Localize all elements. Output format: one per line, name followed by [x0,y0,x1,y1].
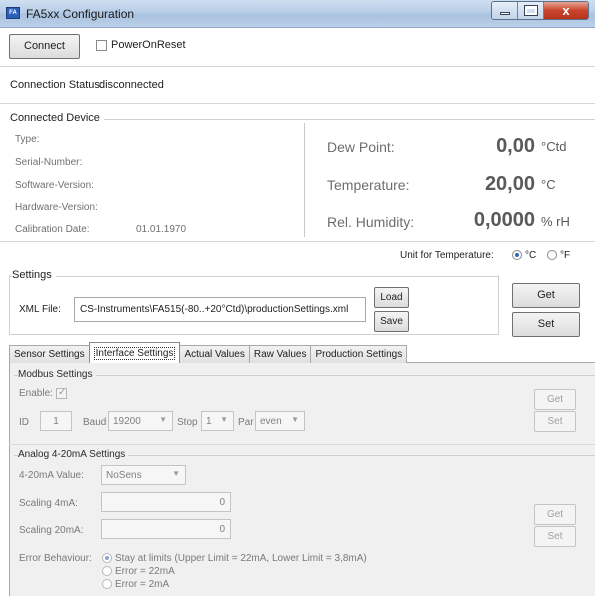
select-value: even [260,416,282,427]
dew-point-label: Dew Point: [327,139,395,155]
dew-point-value: 0,00 [496,135,535,157]
window-title: FA5xx Configuration [26,7,135,21]
set-settings-button[interactable]: Set [512,312,580,337]
tab-label: Sensor Settings [14,349,85,360]
chevron-down-icon: ▼ [172,469,180,478]
humidity-unit: % rH [541,214,570,229]
humidity-label: Rel. Humidity: [327,214,415,230]
load-button[interactable]: Load [374,287,409,308]
tab-label: Raw Values [253,349,307,360]
modbus-baud-label: Baud [83,417,107,428]
maximize-icon [524,5,538,16]
app-icon: FA [6,7,20,19]
modbus-settings-title: Modbus Settings [18,369,96,380]
modbus-par-select[interactable]: even ▼ [255,411,305,431]
device-type-label: Type: [15,134,40,145]
tab-raw-values[interactable]: Raw Values [248,345,312,363]
error-behaviour-label: Error Behaviour: [19,553,92,564]
error-22ma-radio[interactable] [102,566,112,576]
unit-fahrenheit-label: °F [560,250,571,261]
divider [9,444,595,445]
minimize-button[interactable] [492,2,518,19]
divider [0,241,595,242]
chevron-down-icon: ▼ [291,415,299,424]
unit-celsius-label: °C [525,250,537,261]
unit-celsius-radio[interactable] [512,250,522,260]
unit-temperature-label: Unit for Temperature: [400,250,494,261]
chevron-down-icon: ▼ [220,415,228,424]
xml-file-input[interactable]: CS-Instruments\FA515(-80..+20°Ctd)\produ… [74,297,366,322]
modbus-enable-checkbox[interactable]: ✓ [56,387,67,399]
select-value: 1 [206,416,212,427]
power-on-reset-label: PowerOnReset [111,39,186,51]
error-22ma-label: Error = 22mA [115,566,175,577]
dew-point-unit: °Ctd [541,139,567,154]
unit-fahrenheit-radio[interactable] [547,250,557,260]
scaling-20ma-label: Scaling 20mA: [19,525,84,536]
close-button[interactable]: x [544,2,588,19]
analog-set-button[interactable]: Set [534,526,576,547]
scaling-4ma-label: Scaling 4mA: [19,498,78,509]
modbus-get-button[interactable]: Get [534,389,576,410]
checkmark-icon: ✓ [58,387,67,398]
modbus-par-label: Par [238,417,254,428]
scaling-20ma-input[interactable]: 0 [101,519,231,539]
close-icon: x [562,3,570,18]
modbus-stop-label: Stop [177,417,198,428]
chevron-down-icon: ▼ [159,415,167,424]
analog-settings-title: Analog 4-20mA Settings [18,449,129,460]
title-bar: FA FA5xx Configuration x [0,0,595,28]
analog-value-select[interactable]: NoSens ▼ [101,465,186,485]
analog-get-button[interactable]: Get [534,504,576,525]
temperature-label: Temperature: [327,177,410,193]
connect-button[interactable]: Connect [9,34,80,59]
error-2ma-radio[interactable] [102,579,112,589]
get-settings-button[interactable]: Get [512,283,580,308]
maximize-button[interactable] [518,2,544,19]
tab-label: Production Settings [315,349,403,360]
device-calibration-value: 01.01.1970 [136,224,187,235]
device-software-label: Software-Version: [15,180,94,191]
device-serial-label: Serial-Number: [15,157,83,168]
temperature-value: 20,00 [484,173,535,195]
error-stay-at-limits-label: Stay at limits (Upper Limit = 22mA, Lowe… [115,553,367,564]
window-controls: x [491,1,589,20]
modbus-enable-label: Enable: [19,388,53,399]
device-hardware-label: Hardware-Version: [15,202,98,213]
minimize-icon [500,12,510,15]
device-calibration-label: Calibration Date: [15,224,90,235]
divider [0,103,595,104]
error-stay-at-limits-radio[interactable] [102,553,112,563]
select-value: 19200 [113,416,141,427]
modbus-stop-select[interactable]: 1 ▼ [201,411,234,431]
settings-title: Settings [12,269,56,281]
connection-status-value: disconnected [99,79,164,91]
tab-sensor-settings[interactable]: Sensor Settings [9,345,90,363]
connected-device-title: Connected Device [10,112,104,124]
analog-value-label: 4-20mA Value: [19,470,84,481]
humidity-value: 0,0000 [473,209,535,231]
vertical-separator [304,123,305,237]
tab-label: Interface Settings [93,347,176,360]
tab-actual-values[interactable]: Actual Values [179,345,250,363]
divider [0,66,595,67]
modbus-set-button[interactable]: Set [534,411,576,432]
tab-production-settings[interactable]: Production Settings [310,345,408,363]
error-2ma-label: Error = 2mA [115,579,170,590]
temperature-unit: °C [541,177,556,192]
tab-strip: Sensor Settings Interface Settings Actua… [9,342,408,363]
tab-label: Actual Values [184,349,245,360]
modbus-baud-select[interactable]: 19200 ▼ [108,411,173,431]
tab-interface-settings[interactable]: Interface Settings [88,342,181,363]
modbus-id-input[interactable]: 1 [40,411,72,431]
group-border [14,375,595,376]
connection-status-label: Connection Status: [10,79,103,91]
xml-file-label: XML File: [19,304,61,315]
scaling-4ma-input[interactable]: 0 [101,492,231,512]
power-on-reset-checkbox[interactable] [96,40,107,51]
select-value: NoSens [106,470,142,481]
modbus-id-label: ID [19,417,29,428]
save-button[interactable]: Save [374,311,409,332]
